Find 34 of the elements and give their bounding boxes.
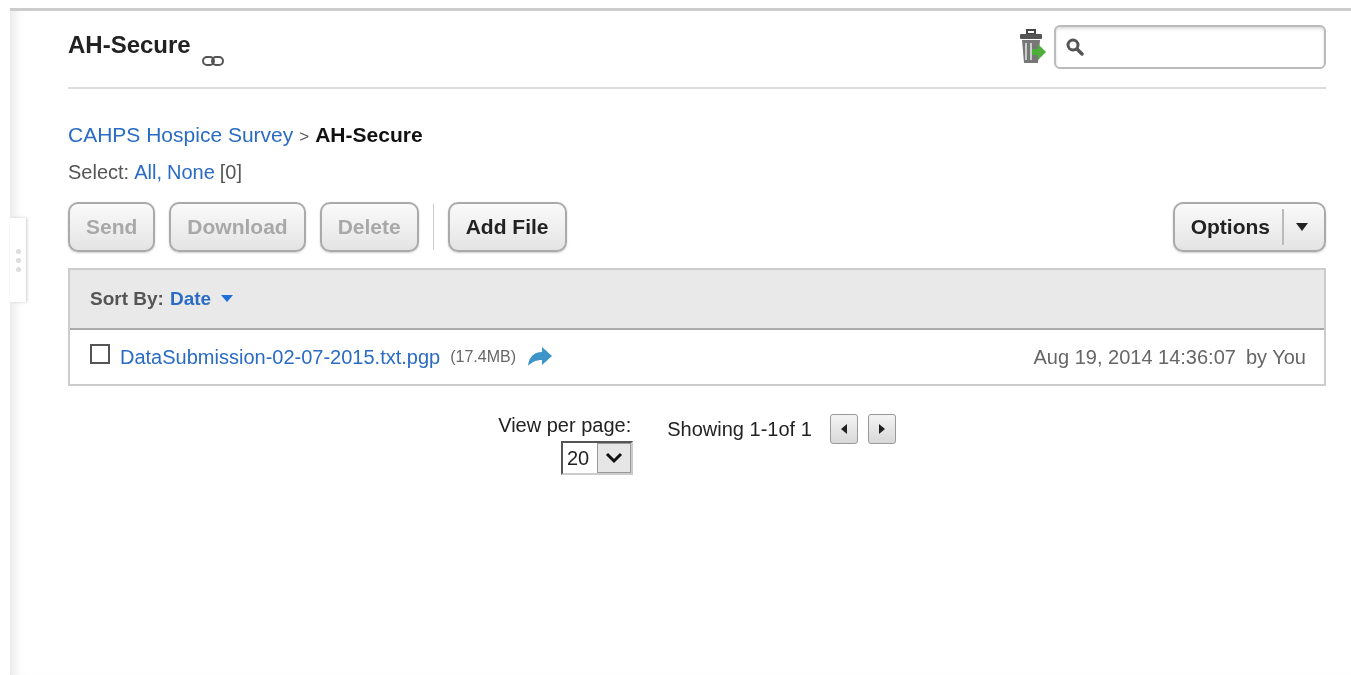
file-owner: by You [1245,345,1306,369]
options-button[interactable]: Options [1172,202,1326,252]
right-triangle-icon [877,424,886,434]
file-size: (17.4MB) [450,348,516,366]
breadcrumb-link[interactable]: CAHPS Hospice Survey [68,123,294,147]
search-field[interactable] [1054,24,1326,69]
checkbox[interactable] [90,344,110,364]
separator: , [156,161,162,184]
folder-title: AH-Secure [68,31,191,59]
chain-link-icon[interactable] [200,55,225,67]
trash-icon[interactable] [1018,28,1046,65]
file-date: Aug 19, 2014 14:36:07 [1033,345,1236,369]
select-none-link[interactable]: None [166,161,215,184]
caret-icon [1296,222,1308,232]
share-arrow-icon[interactable] [526,346,554,368]
search-icon [1066,37,1084,56]
selected-count: [0] [219,161,242,184]
previous-page-button[interactable] [829,414,858,444]
select-all-link[interactable]: All [134,161,157,184]
toolbar-button[interactable]: Add File [447,202,567,252]
caret-icon[interactable] [221,295,234,303]
sort-label: Sort By: [90,288,164,310]
sort-dropdown[interactable]: Date [169,288,212,310]
chevron-down-icon [597,443,632,473]
pagination-status: Showing 1-1of 1 [667,418,812,441]
breadcrumb-separator: > [299,127,310,147]
left-triangle-icon [839,424,848,434]
file-link[interactable]: DataSubmission-02-07-2015.txt.pgp [120,345,441,369]
per-page-select[interactable]: 20 [561,441,634,475]
per-page-label: View per page: [498,414,632,437]
select-label: Select: [68,161,130,184]
breadcrumb-current: AH-Secure [315,123,423,147]
side-handle[interactable] [10,218,26,302]
next-page-button[interactable] [867,414,896,444]
